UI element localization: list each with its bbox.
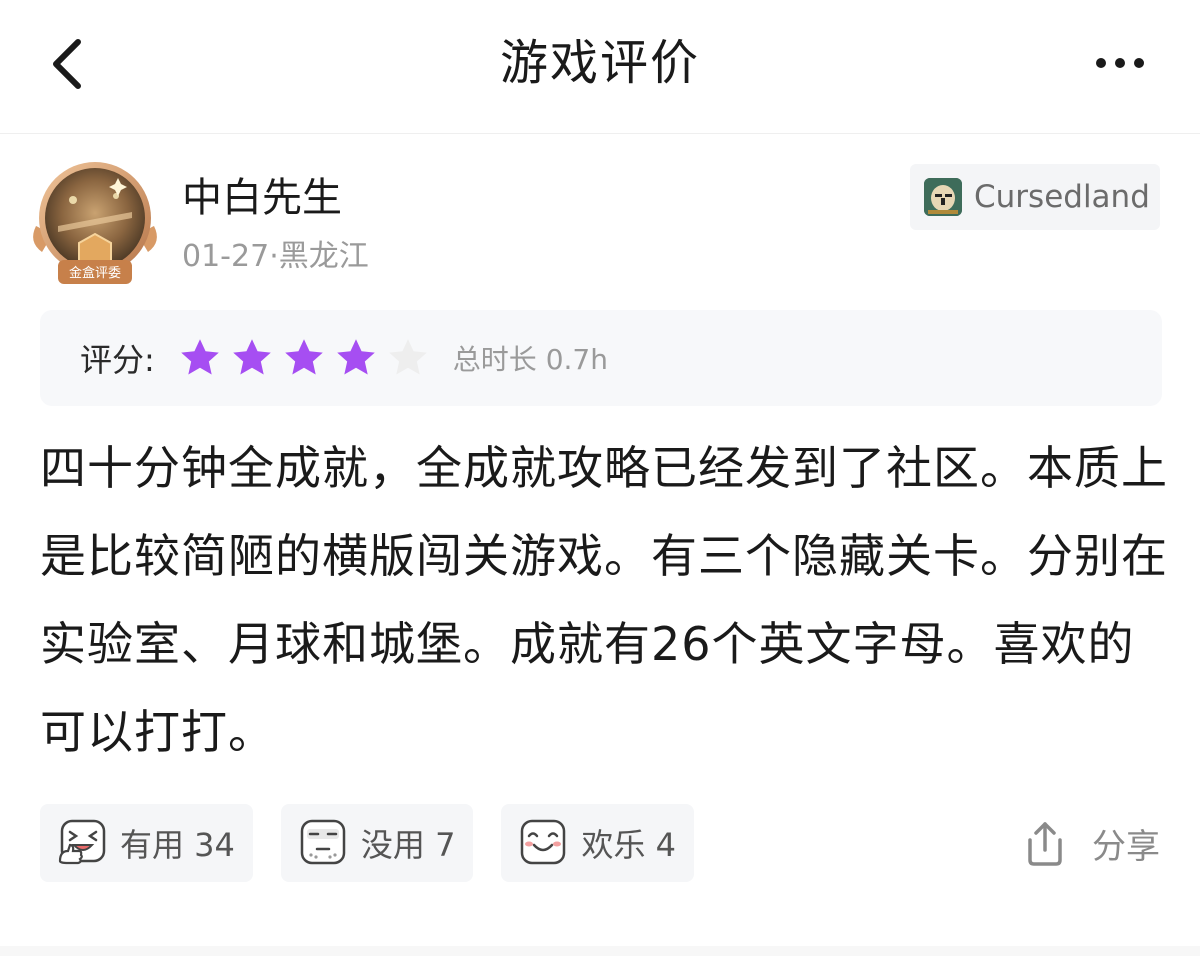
funny-button[interactable]: 欢乐 4 bbox=[501, 804, 694, 882]
laugh-thumbs-up-icon bbox=[58, 819, 106, 865]
more-dot-icon bbox=[1134, 58, 1144, 68]
author-location: 黑龙江 bbox=[278, 239, 369, 274]
nav-bar: 游戏评价 bbox=[0, 0, 1200, 134]
section-divider bbox=[0, 946, 1200, 956]
star-filled-icon bbox=[177, 335, 223, 381]
post-date: 01-27 bbox=[182, 239, 270, 274]
meta-separator: · bbox=[269, 239, 279, 274]
star-empty-icon bbox=[385, 335, 431, 381]
not-useful-button[interactable]: 没用 7 bbox=[280, 804, 474, 882]
useful-count: 有用 34 bbox=[120, 826, 235, 864]
more-dot-icon bbox=[1115, 58, 1125, 68]
author-name[interactable]: 中白先生 bbox=[182, 170, 342, 226]
star-filled-icon bbox=[229, 335, 275, 381]
share-button[interactable]: 分享 bbox=[1020, 810, 1160, 876]
game-tag[interactable]: Cursedland bbox=[910, 164, 1160, 230]
page-title: 游戏评价 bbox=[499, 35, 700, 91]
useful-button[interactable]: 有用 34 bbox=[40, 804, 253, 882]
rating-panel: 评分: 总时长 0.7h bbox=[40, 310, 1162, 406]
reaction-bar: 有用 34 没用 7 欢乐 4 bbox=[40, 804, 694, 882]
avatar-badge-text: 金盒评委 bbox=[69, 265, 121, 281]
review-body: 四十分钟全成就，全成就攻略已经发到了社区。本质上是比较简陋的横版闯关游戏。有三个… bbox=[40, 441, 1168, 759]
not-useful-count: 没用 7 bbox=[360, 826, 456, 864]
share-icon bbox=[1028, 822, 1062, 866]
happy-face-icon bbox=[521, 819, 566, 865]
more-options-button[interactable] bbox=[1080, 40, 1160, 86]
star-filled-icon bbox=[333, 335, 379, 381]
star-rating bbox=[177, 335, 431, 381]
judge-avatar-icon: 金盒评委 bbox=[33, 162, 157, 284]
funny-count: 欢乐 4 bbox=[581, 826, 676, 864]
share-label: 分享 bbox=[1092, 826, 1160, 867]
game-cover-icon bbox=[924, 178, 962, 216]
rating-label: 评分: bbox=[80, 341, 155, 379]
star-filled-icon bbox=[281, 335, 327, 381]
play-time: 总时长 0.7h bbox=[452, 343, 608, 376]
avatar[interactable]: 金盒评委 bbox=[28, 156, 162, 290]
game-name: Cursedland bbox=[974, 179, 1150, 215]
speechless-face-icon bbox=[300, 819, 346, 865]
author-meta: 01-27 · 黑龙江 bbox=[182, 236, 369, 278]
more-dot-icon bbox=[1096, 58, 1106, 68]
